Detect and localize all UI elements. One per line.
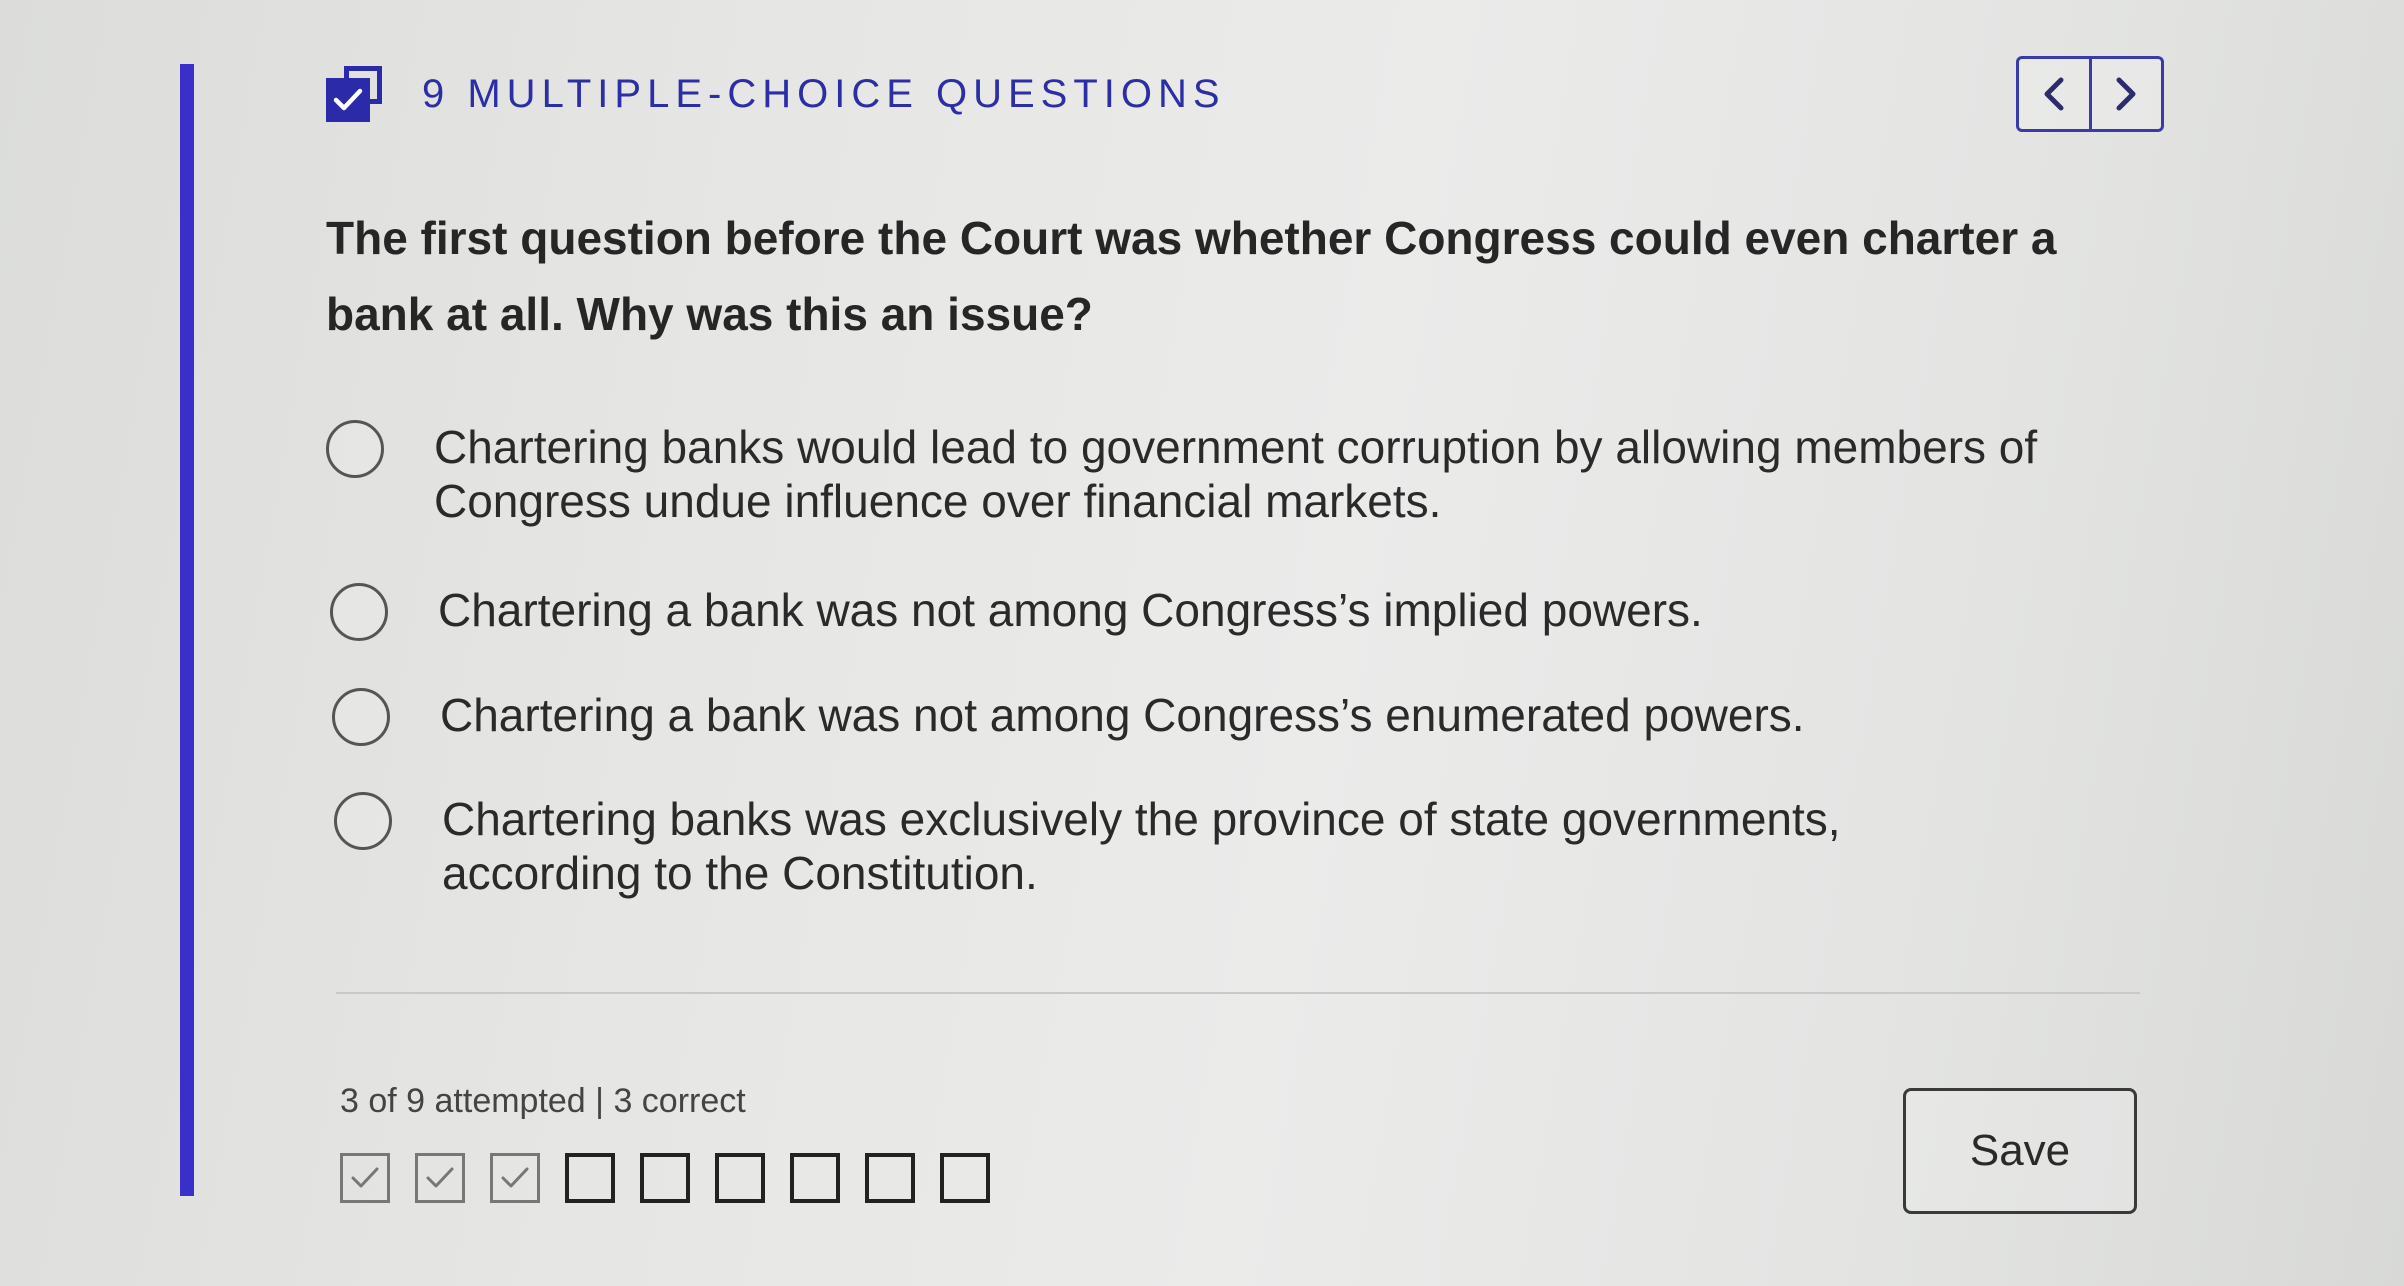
radio-button[interactable] (326, 420, 384, 478)
progress-box-7[interactable] (790, 1153, 840, 1203)
answer-option-3[interactable]: Chartering a bank was not among Congress… (332, 688, 2200, 746)
progress-box-6[interactable] (715, 1153, 765, 1203)
chevron-right-icon (2116, 77, 2136, 111)
progress-box-9[interactable] (940, 1153, 990, 1203)
progress-box-2[interactable] (415, 1153, 465, 1203)
next-question-button[interactable] (2088, 59, 2162, 129)
checked-stack-icon (326, 66, 382, 122)
answer-option-1[interactable]: Chartering banks would lead to governmen… (326, 420, 2194, 528)
answer-option-2[interactable]: Chartering a bank was not among Congress… (330, 583, 2198, 641)
question-navigation (2016, 56, 2164, 132)
left-accent-bar (180, 64, 194, 1196)
answer-option-label: Chartering a bank was not among Congress… (440, 689, 1805, 741)
progress-box-8[interactable] (865, 1153, 915, 1203)
radio-button[interactable] (330, 583, 388, 641)
progress-box-1[interactable] (340, 1153, 390, 1203)
save-button[interactable]: Save (1903, 1088, 2137, 1214)
answer-option-label: Chartering banks would lead to governmen… (434, 421, 2038, 527)
section-header: 9 MULTIPLE-CHOICE QUESTIONS (326, 66, 1226, 122)
chevron-left-icon (2044, 77, 2064, 111)
previous-question-button[interactable] (2019, 59, 2089, 129)
check-icon (501, 1167, 529, 1188)
radio-button[interactable] (332, 688, 390, 746)
question-progress-tracker (340, 1153, 1015, 1203)
check-icon (351, 1167, 379, 1188)
section-title: 9 MULTIPLE-CHOICE QUESTIONS (422, 71, 1226, 116)
answer-option-label: Chartering banks was exclusively the pro… (442, 793, 1841, 899)
progress-box-3[interactable] (490, 1153, 540, 1203)
progress-box-5[interactable] (640, 1153, 690, 1203)
progress-status: 3 of 9 attempted | 3 correct (340, 1082, 746, 1120)
divider (336, 992, 2140, 994)
progress-box-4[interactable] (565, 1153, 615, 1203)
check-icon (426, 1167, 454, 1188)
answer-option-4[interactable]: Chartering banks was exclusively the pro… (334, 792, 2022, 900)
question-text: The first question before the Court was … (326, 212, 2057, 340)
answer-option-label: Chartering a bank was not among Congress… (438, 584, 1703, 636)
radio-button[interactable] (334, 792, 392, 850)
